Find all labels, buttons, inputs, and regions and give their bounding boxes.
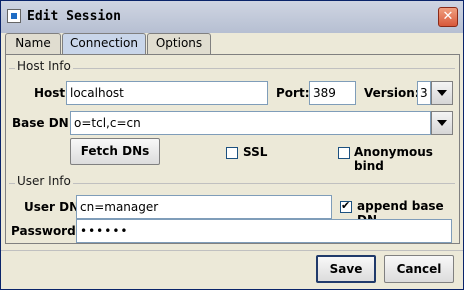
ssl-label: SSL [243, 145, 268, 159]
user-dn-input[interactable]: cn=manager [76, 195, 332, 219]
host-info-title: Host Info [15, 59, 73, 73]
version-label: Version: [364, 86, 420, 100]
version-dropdown-button[interactable] [431, 81, 453, 105]
port-label: Port: [276, 86, 310, 100]
save-button[interactable]: Save [316, 255, 376, 283]
base-dn-combo[interactable]: o=tcl,c=cn [70, 111, 431, 135]
anonymous-bind-checkbox[interactable] [338, 147, 350, 159]
footer-divider [1, 250, 463, 251]
tab-options[interactable]: Options [147, 33, 211, 54]
fetch-dns-button[interactable]: Fetch DNs [70, 138, 160, 165]
window-title: Edit Session [27, 9, 121, 24]
close-button[interactable]: ✕ [438, 7, 458, 27]
tab-name[interactable]: Name [5, 33, 61, 54]
anonymous-bind-label: Anonymous bind [354, 145, 433, 173]
connection-panel: Host Info Host: localhost Port: 389 Vers… [5, 54, 460, 244]
title-bar[interactable]: Edit Session ✕ [1, 1, 463, 33]
append-base-dn-checkbox[interactable] [340, 199, 352, 213]
edit-session-dialog: Edit Session ✕ Name Connection Options H… [0, 0, 464, 290]
password-label: Password: [11, 224, 81, 238]
port-input[interactable]: 389 [309, 81, 356, 105]
version-select[interactable]: 3 [417, 81, 431, 105]
tab-connection[interactable]: Connection [62, 33, 146, 55]
host-input[interactable]: localhost [66, 81, 268, 105]
host-label: Host: [34, 86, 70, 100]
ssl-checkbox[interactable] [226, 147, 238, 159]
user-dn-label: User DN: [24, 200, 84, 214]
base-dn-dropdown-button[interactable] [431, 111, 453, 135]
password-input[interactable]: •••••• [76, 219, 452, 243]
user-info-title: User Info [15, 174, 73, 188]
base-dn-label: Base DN: [12, 116, 74, 130]
cancel-button[interactable]: Cancel [384, 255, 454, 283]
java-app-icon [7, 9, 21, 23]
